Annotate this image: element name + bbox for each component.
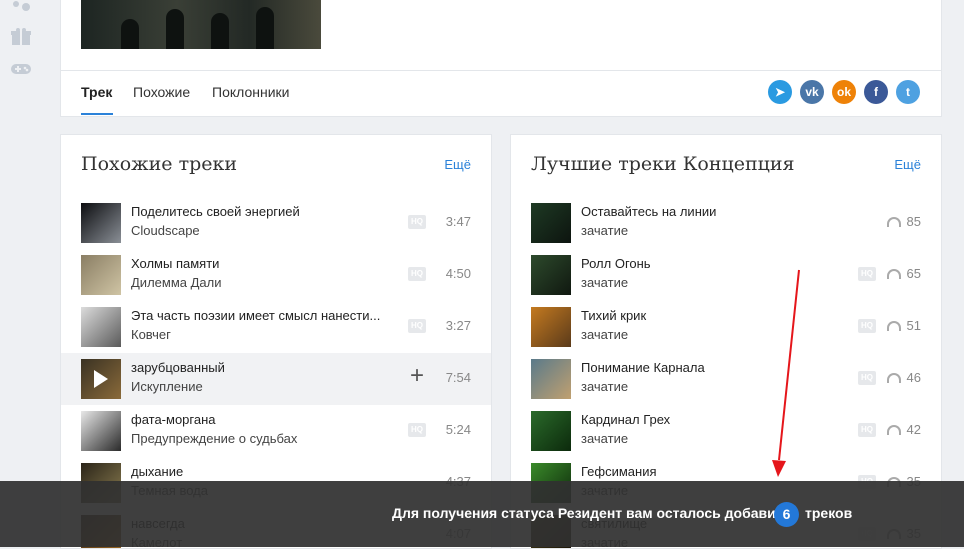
resident-status-bar: Для получения статуса Резидент вам остал… bbox=[0, 481, 964, 547]
status-message-suffix: треков bbox=[805, 505, 853, 521]
status-message: Для получения статуса Резидент вам остал… bbox=[392, 505, 792, 521]
annotation-arrow bbox=[772, 269, 800, 477]
tracks-remaining-badge: 6 bbox=[774, 502, 799, 527]
